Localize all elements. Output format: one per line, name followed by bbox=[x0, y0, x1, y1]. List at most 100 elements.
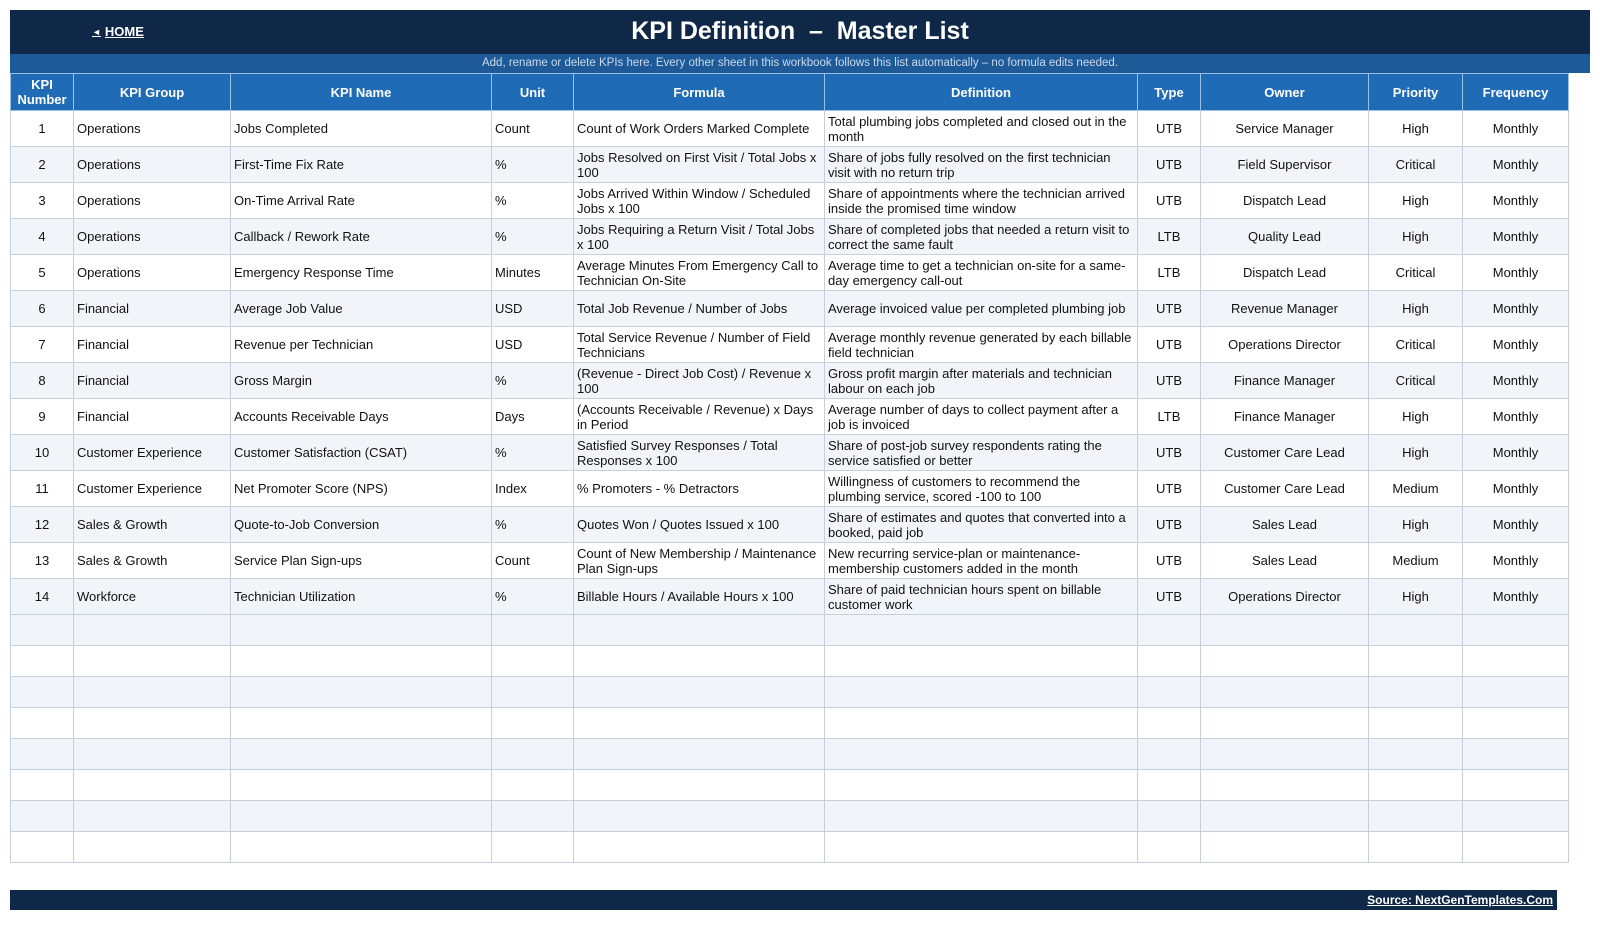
cell-unit[interactable]: % bbox=[491, 146, 574, 183]
cell-kpi-name[interactable]: Net Promoter Score (NPS) bbox=[230, 470, 492, 507]
empty-cell[interactable] bbox=[1200, 800, 1369, 832]
cell-owner[interactable]: Dispatch Lead bbox=[1200, 182, 1369, 219]
cell-unit[interactable]: Days bbox=[491, 398, 574, 435]
empty-cell[interactable] bbox=[491, 614, 574, 646]
cell-kpi-group[interactable]: Financial bbox=[73, 362, 231, 399]
empty-cell[interactable] bbox=[491, 676, 574, 708]
empty-cell[interactable] bbox=[573, 738, 825, 770]
cell-formula[interactable]: Jobs Arrived Within Window / Scheduled J… bbox=[573, 182, 825, 219]
cell-priority[interactable]: Critical bbox=[1368, 326, 1463, 363]
empty-cell[interactable] bbox=[1368, 769, 1463, 801]
cell-kpi-name[interactable]: Quote-to-Job Conversion bbox=[230, 506, 492, 543]
cell-definition[interactable]: Share of appointments where the technici… bbox=[824, 182, 1138, 219]
cell-frequency[interactable]: Monthly bbox=[1462, 290, 1569, 327]
column-header-kpi-number[interactable]: KPI Number bbox=[10, 73, 74, 111]
cell-kpi-number[interactable]: 14 bbox=[10, 578, 74, 615]
empty-cell[interactable] bbox=[573, 645, 825, 677]
empty-cell[interactable] bbox=[1462, 738, 1569, 770]
column-header-type[interactable]: Type bbox=[1137, 73, 1201, 111]
cell-type[interactable]: LTB bbox=[1137, 398, 1201, 435]
empty-cell[interactable] bbox=[1368, 676, 1463, 708]
empty-cell[interactable] bbox=[824, 614, 1138, 646]
cell-frequency[interactable]: Monthly bbox=[1462, 254, 1569, 291]
empty-cell[interactable] bbox=[1462, 800, 1569, 832]
cell-formula[interactable]: Total Job Revenue / Number of Jobs bbox=[573, 290, 825, 327]
empty-cell[interactable] bbox=[1200, 831, 1369, 863]
empty-cell[interactable] bbox=[1137, 831, 1201, 863]
cell-kpi-name[interactable]: Jobs Completed bbox=[230, 110, 492, 147]
cell-frequency[interactable]: Monthly bbox=[1462, 146, 1569, 183]
cell-kpi-number[interactable]: 6 bbox=[10, 290, 74, 327]
cell-frequency[interactable]: Monthly bbox=[1462, 542, 1569, 579]
cell-formula[interactable]: Average Minutes From Emergency Call to T… bbox=[573, 254, 825, 291]
column-header-unit[interactable]: Unit bbox=[491, 73, 574, 111]
cell-formula[interactable]: Satisfied Survey Responses / Total Respo… bbox=[573, 434, 825, 471]
cell-type[interactable]: UTB bbox=[1137, 146, 1201, 183]
empty-cell[interactable] bbox=[1462, 614, 1569, 646]
empty-cell[interactable] bbox=[1137, 707, 1201, 739]
cell-kpi-name[interactable]: Callback / Rework Rate bbox=[230, 218, 492, 255]
cell-formula[interactable]: Total Service Revenue / Number of Field … bbox=[573, 326, 825, 363]
cell-owner[interactable]: Finance Manager bbox=[1200, 362, 1369, 399]
cell-formula[interactable]: Billable Hours / Available Hours x 100 bbox=[573, 578, 825, 615]
empty-cell[interactable] bbox=[73, 676, 231, 708]
empty-cell[interactable] bbox=[1200, 676, 1369, 708]
column-header-definition[interactable]: Definition bbox=[824, 73, 1138, 111]
cell-owner[interactable]: Operations Director bbox=[1200, 578, 1369, 615]
cell-type[interactable]: UTB bbox=[1137, 434, 1201, 471]
cell-kpi-group[interactable]: Customer Experience bbox=[73, 470, 231, 507]
empty-cell[interactable] bbox=[573, 831, 825, 863]
cell-frequency[interactable]: Monthly bbox=[1462, 506, 1569, 543]
empty-cell[interactable] bbox=[230, 645, 492, 677]
empty-cell[interactable] bbox=[491, 831, 574, 863]
cell-type[interactable]: UTB bbox=[1137, 542, 1201, 579]
empty-cell[interactable] bbox=[1462, 769, 1569, 801]
cell-formula[interactable]: Jobs Resolved on First Visit / Total Job… bbox=[573, 146, 825, 183]
cell-owner[interactable]: Quality Lead bbox=[1200, 218, 1369, 255]
cell-kpi-name[interactable]: Revenue per Technician bbox=[230, 326, 492, 363]
cell-unit[interactable]: Count bbox=[491, 542, 574, 579]
cell-formula[interactable]: Count of New Membership / Maintenance Pl… bbox=[573, 542, 825, 579]
cell-unit[interactable]: USD bbox=[491, 326, 574, 363]
empty-cell[interactable] bbox=[1200, 707, 1369, 739]
empty-cell[interactable] bbox=[1137, 738, 1201, 770]
empty-cell[interactable] bbox=[1462, 707, 1569, 739]
cell-definition[interactable]: Average time to get a technician on-site… bbox=[824, 254, 1138, 291]
empty-cell[interactable] bbox=[73, 831, 231, 863]
cell-formula[interactable]: % Promoters - % Detractors bbox=[573, 470, 825, 507]
cell-formula[interactable]: (Accounts Receivable / Revenue) x Days i… bbox=[573, 398, 825, 435]
cell-unit[interactable]: % bbox=[491, 182, 574, 219]
cell-kpi-group[interactable]: Financial bbox=[73, 290, 231, 327]
empty-cell[interactable] bbox=[73, 738, 231, 770]
cell-kpi-group[interactable]: Operations bbox=[73, 146, 231, 183]
cell-unit[interactable]: % bbox=[491, 506, 574, 543]
empty-cell[interactable] bbox=[10, 645, 74, 677]
cell-priority[interactable]: Critical bbox=[1368, 362, 1463, 399]
cell-priority[interactable]: High bbox=[1368, 290, 1463, 327]
cell-formula[interactable]: Count of Work Orders Marked Complete bbox=[573, 110, 825, 147]
empty-cell[interactable] bbox=[1462, 645, 1569, 677]
empty-cell[interactable] bbox=[573, 769, 825, 801]
cell-kpi-number[interactable]: 5 bbox=[10, 254, 74, 291]
empty-cell[interactable] bbox=[1137, 676, 1201, 708]
cell-kpi-name[interactable]: Emergency Response Time bbox=[230, 254, 492, 291]
empty-cell[interactable] bbox=[824, 738, 1138, 770]
cell-priority[interactable]: High bbox=[1368, 578, 1463, 615]
cell-priority[interactable]: High bbox=[1368, 398, 1463, 435]
empty-cell[interactable] bbox=[1137, 769, 1201, 801]
empty-cell[interactable] bbox=[1462, 676, 1569, 708]
empty-cell[interactable] bbox=[824, 645, 1138, 677]
cell-owner[interactable]: Service Manager bbox=[1200, 110, 1369, 147]
empty-cell[interactable] bbox=[824, 769, 1138, 801]
empty-cell[interactable] bbox=[1368, 645, 1463, 677]
cell-owner[interactable]: Revenue Manager bbox=[1200, 290, 1369, 327]
cell-kpi-group[interactable]: Sales & Growth bbox=[73, 506, 231, 543]
cell-kpi-group[interactable]: Customer Experience bbox=[73, 434, 231, 471]
cell-type[interactable]: UTB bbox=[1137, 506, 1201, 543]
empty-cell[interactable] bbox=[230, 707, 492, 739]
empty-cell[interactable] bbox=[1137, 800, 1201, 832]
cell-type[interactable]: UTB bbox=[1137, 578, 1201, 615]
cell-frequency[interactable]: Monthly bbox=[1462, 218, 1569, 255]
empty-cell[interactable] bbox=[73, 614, 231, 646]
cell-kpi-number[interactable]: 3 bbox=[10, 182, 74, 219]
